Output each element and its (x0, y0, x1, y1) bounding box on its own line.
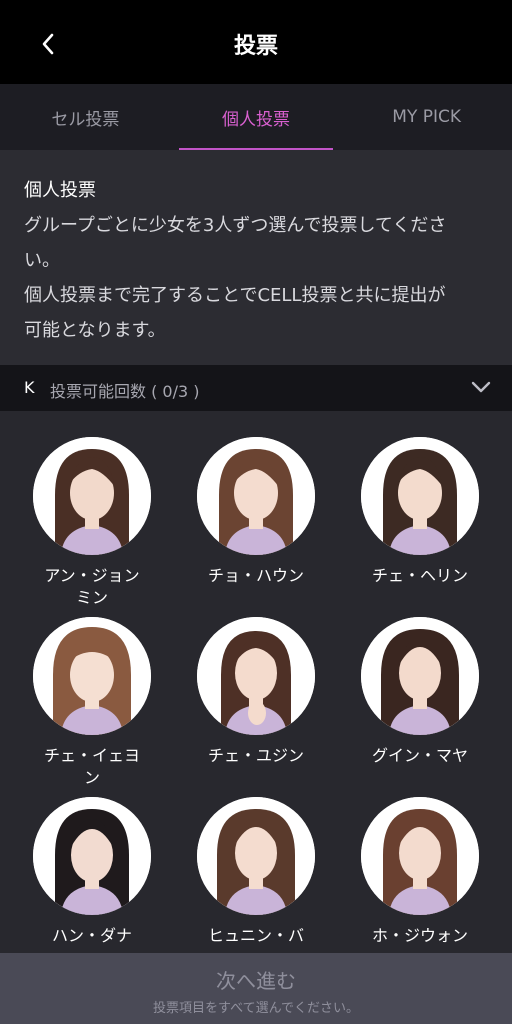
tab-bar: セル投票 個人投票 MY PICK (0, 84, 512, 150)
candidate-card[interactable]: チェ・イェヨ ン (17, 617, 167, 792)
candidate-photo (33, 617, 151, 735)
candidate-photo (361, 437, 479, 555)
group-letter: K (24, 378, 35, 397)
candidate-photo (197, 797, 315, 915)
candidate-photo (33, 797, 151, 915)
candidate-photo (33, 437, 151, 555)
candidate-card[interactable]: チェ・ユジン (181, 617, 331, 792)
page-title: 投票 (233, 34, 278, 59)
candidate-name: チョ・ハウン (207, 566, 304, 585)
candidate-card[interactable]: ヒュニン・バ (181, 797, 331, 972)
info-description: グループごとに少女を3人ずつ選んで投票してくださ い。 個人投票まで完了すること… (24, 215, 447, 341)
app-header: 投票 (0, 0, 512, 84)
candidate-name: グイン・マヤ (371, 746, 468, 765)
vote-count-label: 投票可能回数 ( 0/3 ) (50, 382, 200, 401)
tab-cell-vote[interactable]: セル投票 (0, 84, 171, 150)
candidate-card[interactable]: ハン・ダナ (17, 797, 167, 972)
candidate-card[interactable]: ホ・ジウォン (345, 797, 495, 972)
next-button-label: 次へ進む (216, 969, 296, 993)
candidate-name: チェ・ヘリン (371, 566, 468, 585)
candidate-card[interactable]: チョ・ハウン (181, 437, 331, 612)
candidate-name: アン・ジョン ミン (44, 566, 140, 607)
chevron-down-icon[interactable] (470, 380, 492, 394)
tab-my-pick[interactable]: MY PICK (341, 84, 512, 150)
candidate-name: チェ・ユジン (207, 746, 304, 765)
candidate-photo (361, 797, 479, 915)
info-heading: 個人投票 (24, 180, 96, 201)
candidate-card[interactable]: アン・ジョン ミン (17, 437, 167, 612)
candidate-photo (197, 617, 315, 735)
candidate-name: チェ・イェヨ ン (43, 746, 140, 787)
candidate-card[interactable]: グイン・マヤ (345, 617, 495, 792)
candidate-name: ホ・ジウォン (371, 926, 468, 945)
tab-individual-vote[interactable]: 個人投票 (171, 84, 342, 150)
candidate-name: ヒュニン・バ (207, 926, 304, 945)
candidate-card[interactable]: チェ・ヘリン (345, 437, 495, 612)
next-button-note: 投票項目をすべて選んでください。 (153, 1001, 359, 1016)
candidate-photo (361, 617, 479, 735)
candidate-name: ハン・ダナ (51, 926, 132, 945)
candidate-photo (197, 437, 315, 555)
next-button[interactable]: 次へ進む 投票項目をすべて選んでください。 (0, 953, 512, 1024)
